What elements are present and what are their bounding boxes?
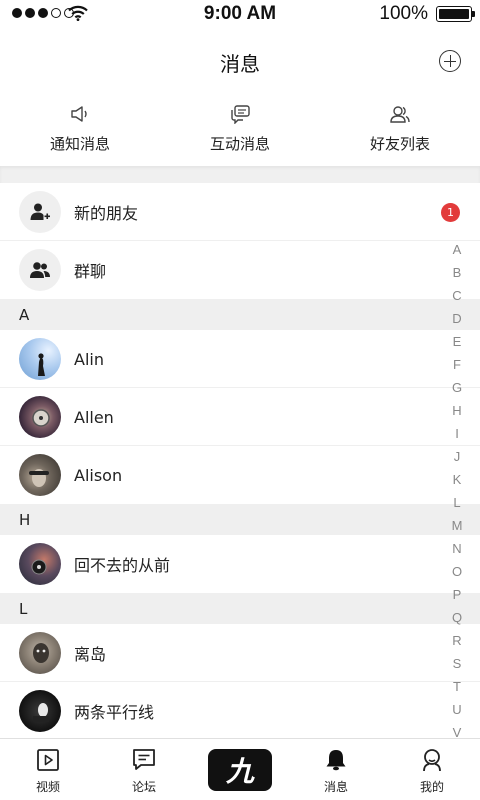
avatar bbox=[19, 338, 61, 380]
nav-item-messages[interactable]: 消息 bbox=[288, 739, 384, 800]
contact-name: Alin bbox=[74, 349, 104, 369]
alphabet-letter[interactable]: H bbox=[452, 399, 461, 422]
header: 消息 bbox=[0, 28, 480, 96]
list-item-label: 新的朋友 bbox=[74, 204, 139, 223]
contact-list: 新的朋友 1 群聊 A Alin Allen Alison H 回不去的从前 L… bbox=[0, 183, 480, 740]
profile-icon bbox=[423, 749, 441, 772]
alphabet-letter[interactable]: O bbox=[452, 560, 462, 583]
video-icon bbox=[37, 749, 59, 771]
tab-notifications[interactable]: 通知消息 bbox=[0, 96, 160, 166]
contact-name: 回不去的从前 bbox=[74, 556, 171, 575]
alphabet-index[interactable]: ABCDEFGHIJKLMNOPQRSTUV bbox=[450, 238, 464, 744]
bell-icon bbox=[326, 750, 346, 771]
nav-item-forum[interactable]: 论坛 bbox=[96, 739, 192, 800]
avatar bbox=[19, 690, 61, 732]
alphabet-letter[interactable]: G bbox=[452, 376, 462, 399]
alphabet-letter[interactable]: F bbox=[453, 353, 461, 376]
alphabet-letter[interactable]: N bbox=[452, 537, 461, 560]
list-item-new-friends[interactable]: 新的朋友 1 bbox=[0, 183, 480, 241]
nav-label: 消息 bbox=[323, 780, 348, 794]
contact-row-alison[interactable]: Alison bbox=[0, 446, 480, 504]
avatar bbox=[19, 396, 61, 438]
friends-icon bbox=[390, 106, 410, 123]
contact-name: 两条平行线 bbox=[74, 703, 155, 722]
page-title: 消息 bbox=[220, 52, 260, 76]
contact-row-lidao[interactable]: 离岛 bbox=[0, 624, 480, 682]
list-item-label: 群聊 bbox=[74, 262, 107, 281]
alphabet-letter[interactable]: R bbox=[452, 629, 461, 652]
alphabet-letter[interactable]: J bbox=[454, 445, 461, 468]
battery-icon bbox=[436, 6, 475, 22]
tab-interactions[interactable]: 互动消息 bbox=[160, 96, 320, 166]
nav-item-profile[interactable]: 我的 bbox=[384, 739, 480, 800]
alphabet-letter[interactable]: B bbox=[453, 261, 462, 284]
unread-badge: 1 bbox=[441, 203, 460, 222]
plus-circle-icon[interactable] bbox=[439, 50, 461, 72]
alphabet-letter[interactable]: P bbox=[453, 583, 462, 606]
nav-label: 我的 bbox=[419, 780, 444, 794]
avatar bbox=[19, 543, 61, 585]
alphabet-letter[interactable]: T bbox=[453, 675, 461, 698]
section-header-h: H bbox=[0, 504, 480, 535]
alphabet-letter[interactable]: S bbox=[453, 652, 462, 675]
avatar bbox=[19, 454, 61, 496]
contact-row-allen[interactable]: Allen bbox=[0, 388, 480, 446]
alphabet-letter[interactable]: U bbox=[452, 698, 461, 721]
forum-icon bbox=[133, 749, 155, 770]
contact-row-liangtiao[interactable]: 两条平行线 bbox=[0, 682, 480, 740]
top-tabs: 通知消息 互动消息 好友列表 bbox=[0, 96, 480, 166]
alphabet-letter[interactable]: C bbox=[452, 284, 461, 307]
alphabet-letter[interactable]: E bbox=[453, 330, 462, 353]
contact-name: 离岛 bbox=[74, 645, 107, 664]
tab-friends[interactable]: 好友列表 bbox=[320, 96, 480, 166]
alphabet-letter[interactable]: A bbox=[453, 238, 462, 261]
alphabet-letter[interactable]: I bbox=[455, 422, 459, 445]
add-person-icon bbox=[19, 191, 61, 233]
contact-name: Allen bbox=[74, 407, 114, 427]
avatar bbox=[19, 632, 61, 674]
status-bar: 9:00 AM 100% bbox=[0, 0, 480, 28]
alphabet-letter[interactable]: D bbox=[452, 307, 461, 330]
contact-row-hui[interactable]: 回不去的从前 bbox=[0, 535, 480, 593]
tab-label: 通知消息 bbox=[49, 135, 110, 153]
alphabet-letter[interactable]: Q bbox=[452, 606, 462, 629]
nav-item-video[interactable]: 视频 bbox=[0, 739, 96, 800]
tab-label: 好友列表 bbox=[369, 135, 430, 153]
section-header-l: L bbox=[0, 593, 480, 624]
alphabet-letter[interactable]: M bbox=[452, 514, 463, 537]
nav-label: 视频 bbox=[35, 780, 60, 794]
section-header-a: A bbox=[0, 299, 480, 330]
group-icon bbox=[19, 249, 61, 291]
section-gap bbox=[0, 166, 480, 183]
bottom-nav: 视频 论坛 九 消息 我的 bbox=[0, 738, 480, 800]
alphabet-letter[interactable]: K bbox=[453, 468, 462, 491]
contact-row-alin[interactable]: Alin bbox=[0, 330, 480, 388]
app-logo: 九 bbox=[208, 749, 272, 791]
list-item-group-chat[interactable]: 群聊 bbox=[0, 241, 480, 299]
speaker-icon bbox=[71, 106, 87, 122]
chat-bubbles-icon bbox=[231, 105, 250, 124]
contact-name: Alison bbox=[74, 465, 123, 485]
alphabet-letter[interactable]: L bbox=[453, 491, 460, 514]
nav-item-home-logo[interactable]: 九 bbox=[192, 739, 288, 800]
tab-label: 互动消息 bbox=[209, 135, 270, 153]
nav-label: 论坛 bbox=[131, 780, 156, 794]
battery-percentage: 100% bbox=[379, 3, 428, 24]
